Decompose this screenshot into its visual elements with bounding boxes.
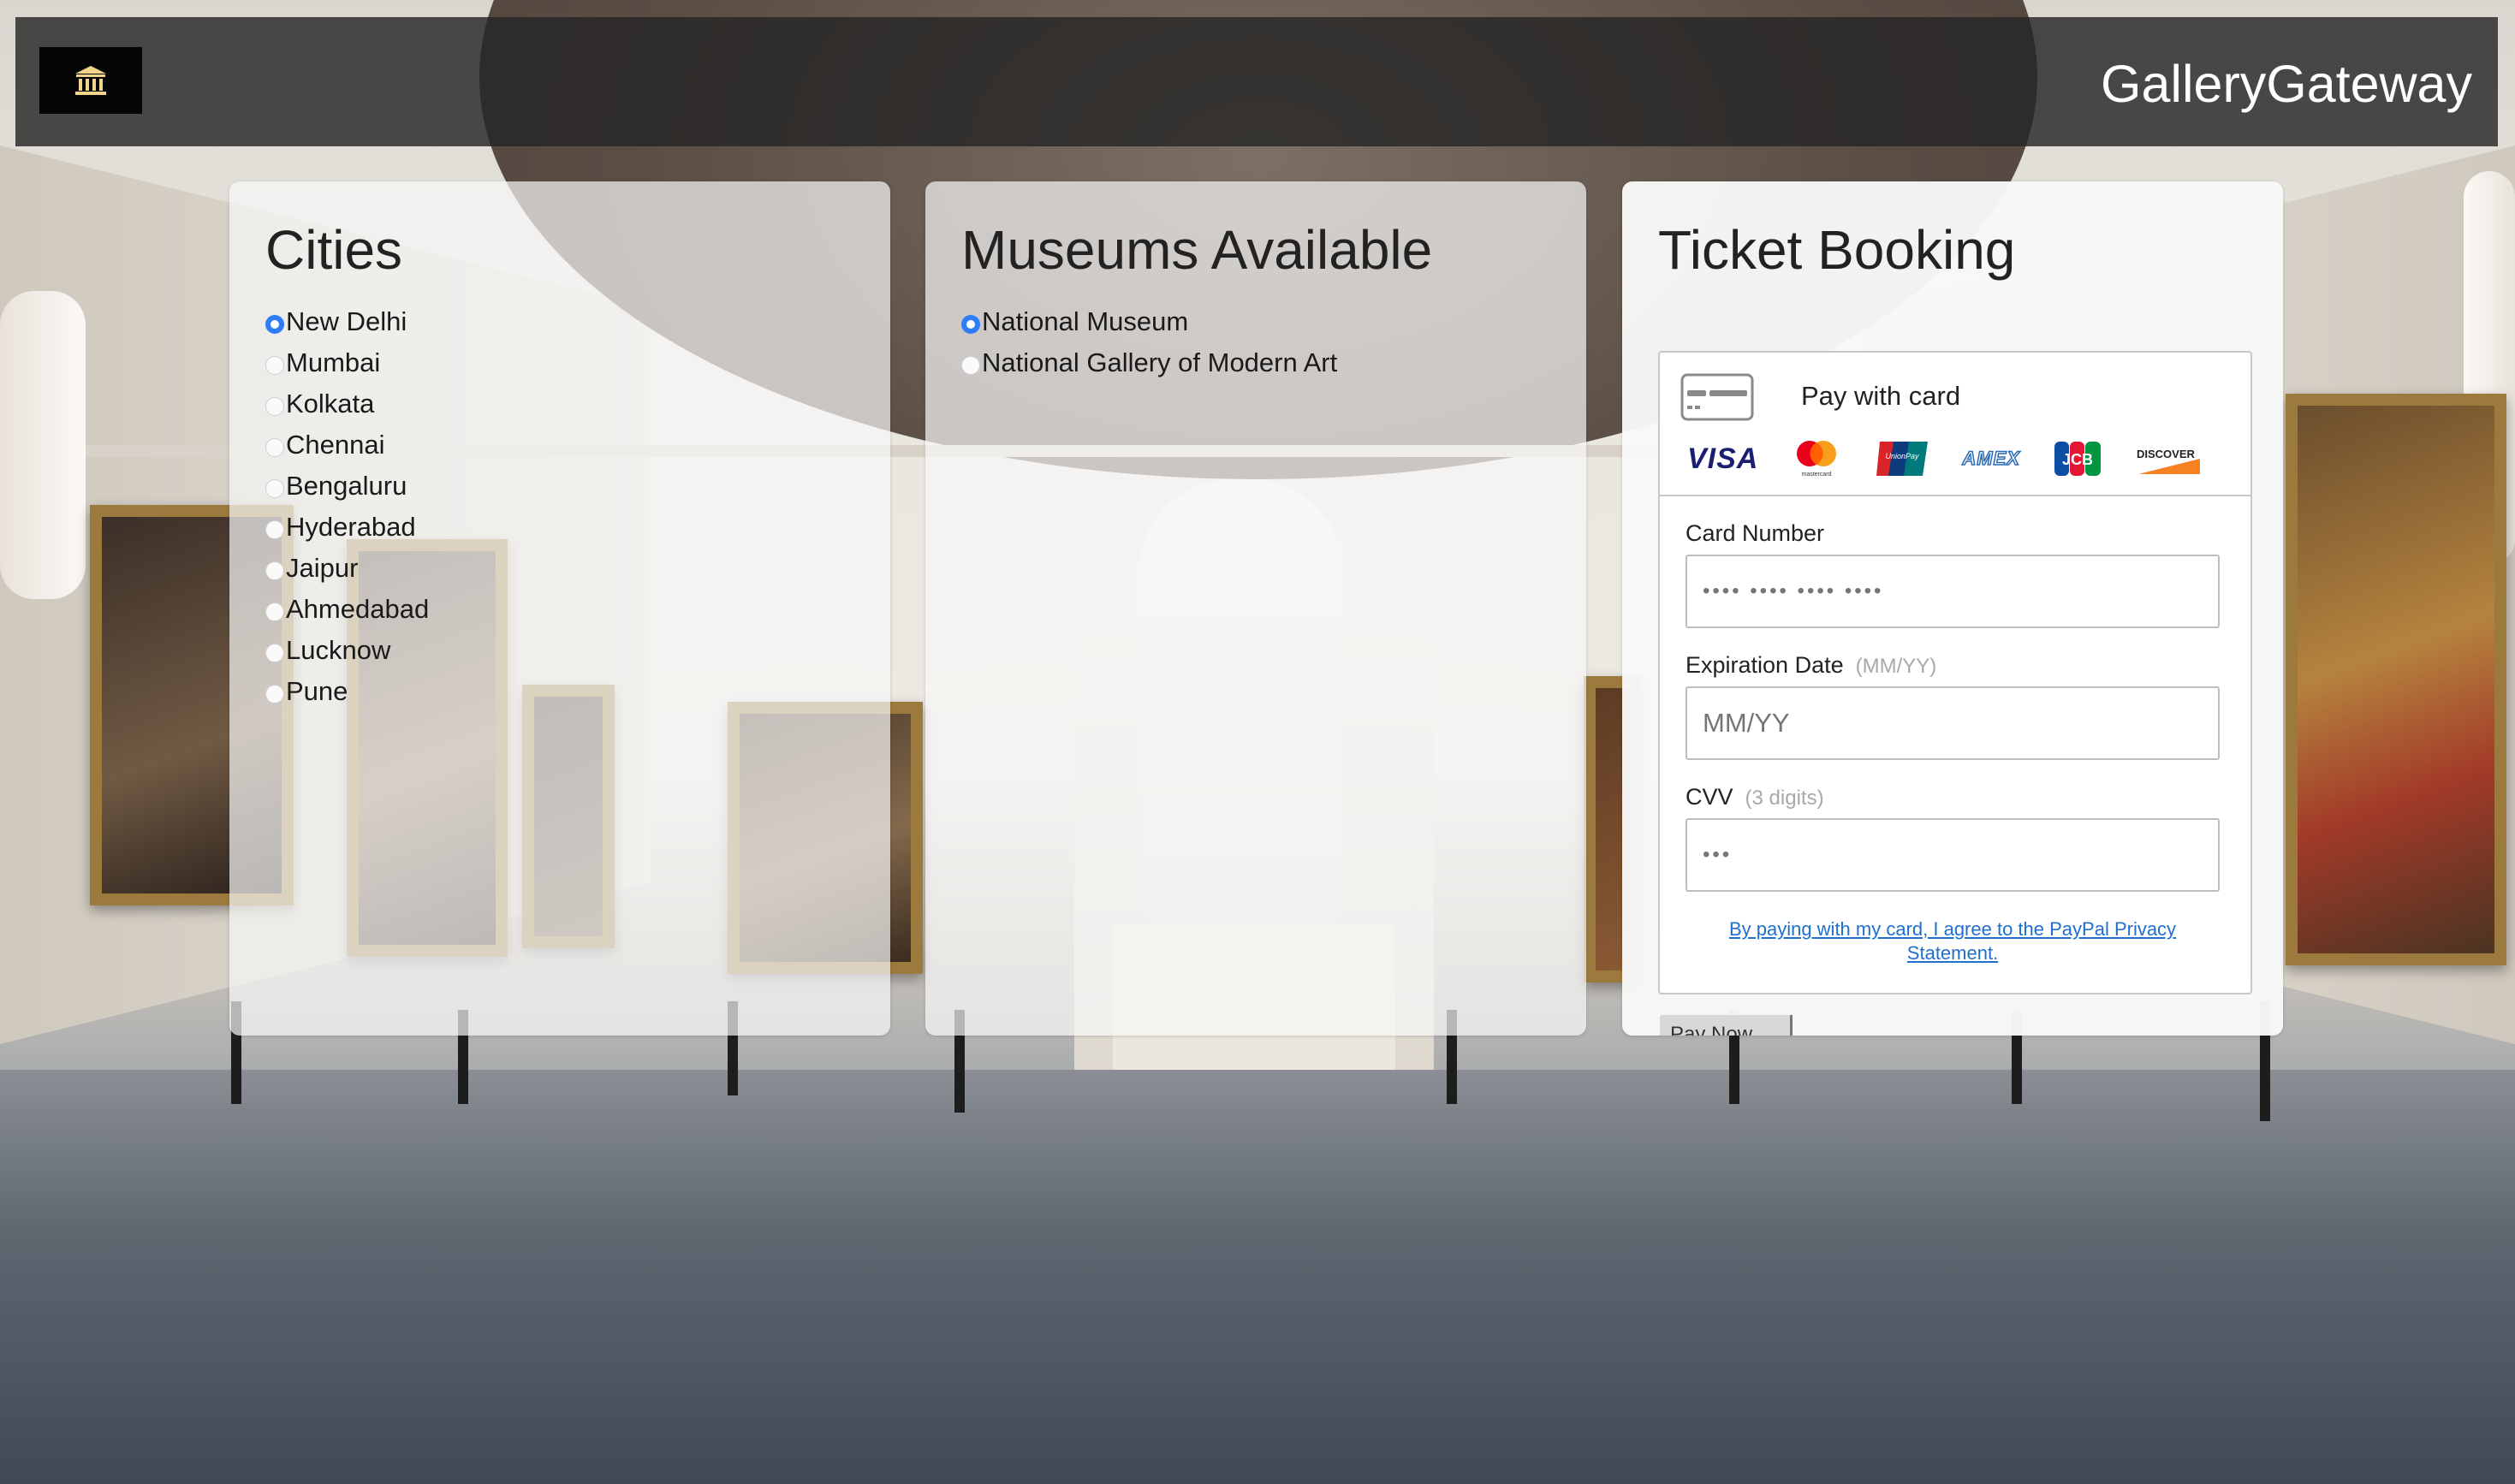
expiration-hint: (MM/YY)	[1855, 655, 1937, 678]
ticket-booking-title: Ticket Booking	[1658, 219, 2016, 281]
radio-icon[interactable]	[265, 644, 284, 662]
radio-icon[interactable]	[265, 438, 284, 457]
radio-icon[interactable]	[265, 356, 284, 375]
city-option[interactable]: Ahmedabad	[265, 589, 429, 630]
museum-logo-icon[interactable]	[39, 47, 142, 114]
brand-title[interactable]: GalleryGateway	[2101, 58, 2472, 110]
radio-icon[interactable]	[265, 603, 284, 621]
city-option[interactable]: Pune	[265, 671, 429, 712]
ticket-booking-panel: Ticket Booking Pay with card VISA master…	[1622, 181, 2283, 1036]
radio-selected-icon[interactable]	[265, 315, 284, 334]
paypal-privacy-link[interactable]: By paying with my card, I agree to the P…	[1686, 917, 2220, 965]
city-option[interactable]: Mumbai	[265, 342, 429, 383]
cvv-label: CVV (3 digits)	[1686, 784, 1824, 810]
museums-panel: Museums Available National Museum Nation…	[925, 181, 1586, 1036]
cities-radio-list: New Delhi Mumbai Kolkata Chennai Bengalu…	[265, 301, 429, 712]
cvv-input[interactable]	[1686, 818, 2220, 892]
card-number-label: Card Number	[1686, 520, 1825, 546]
card-brand-logos: VISA mastercard UnionPay AMEX JCB DISCOV…	[1687, 438, 2236, 479]
museum-option[interactable]: National Museum	[961, 301, 1337, 342]
amex-icon: AMEX	[1962, 447, 2020, 470]
credit-card-icon	[1680, 373, 1754, 425]
radio-selected-icon[interactable]	[961, 315, 980, 334]
payment-header: Pay with card VISA mastercard UnionPay A…	[1660, 353, 2250, 496]
radio-icon[interactable]	[265, 685, 284, 703]
radio-icon[interactable]	[265, 397, 284, 416]
cities-title: Cities	[265, 219, 403, 281]
city-option[interactable]: Chennai	[265, 424, 429, 466]
expiration-date-label: Expiration Date (MM/YY)	[1686, 652, 1937, 678]
top-navbar: GalleryGateway	[15, 17, 2498, 146]
card-payment-form: Pay with card VISA mastercard UnionPay A…	[1658, 351, 2252, 994]
city-option[interactable]: Lucknow	[265, 630, 429, 671]
city-option[interactable]: Jaipur	[265, 548, 429, 589]
pay-now-button[interactable]: Pay Now	[1660, 1015, 1793, 1036]
radio-icon[interactable]	[265, 520, 284, 539]
mastercard-icon: mastercard	[1791, 438, 1842, 479]
card-number-input[interactable]	[1686, 555, 2220, 628]
cvv-hint: (3 digits)	[1745, 787, 1824, 810]
pay-with-card-title: Pay with card	[1801, 381, 1961, 411]
city-option[interactable]: Bengaluru	[265, 466, 429, 507]
svg-text:mastercard: mastercard	[1802, 472, 1832, 478]
radio-icon[interactable]	[265, 479, 284, 498]
discover-icon: DISCOVER	[2135, 438, 2203, 479]
svg-text:DISCOVER: DISCOVER	[2137, 448, 2196, 460]
svg-text:JCB: JCB	[2062, 451, 2093, 468]
svg-text:UnionPay: UnionPay	[1886, 452, 1920, 460]
city-option[interactable]: Hyderabad	[265, 507, 429, 548]
radio-icon[interactable]	[961, 356, 980, 375]
museums-radio-list: National Museum National Gallery of Mode…	[961, 301, 1337, 383]
museums-title: Museums Available	[961, 219, 1433, 281]
visa-icon: VISA	[1687, 442, 1759, 475]
radio-icon[interactable]	[265, 561, 284, 580]
cities-panel: Cities New Delhi Mumbai Kolkata Chennai …	[229, 181, 890, 1036]
expiration-date-input[interactable]	[1686, 686, 2220, 760]
jcb-icon: JCB	[2053, 438, 2102, 479]
city-option[interactable]: New Delhi	[265, 301, 429, 342]
city-option[interactable]: Kolkata	[265, 383, 429, 424]
museum-option[interactable]: National Gallery of Modern Art	[961, 342, 1337, 383]
unionpay-icon: UnionPay	[1875, 438, 1929, 479]
